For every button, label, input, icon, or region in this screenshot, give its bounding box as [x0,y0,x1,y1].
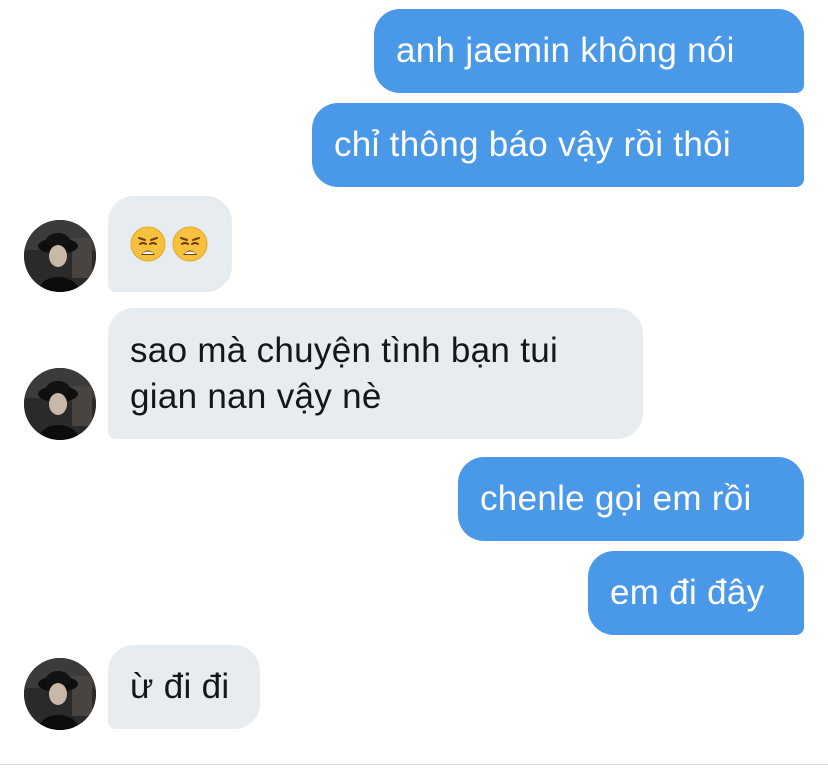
avatar-photo-icon [24,658,96,730]
outgoing-message[interactable]: anh jaemin không nói [374,9,804,93]
incoming-message[interactable]: sao mà chuyện tình bạn tui gian nan vậy … [108,308,643,439]
divider [0,764,828,765]
incoming-message[interactable] [108,196,232,292]
outgoing-message[interactable]: chenle gọi em rồi [458,457,804,541]
avatar-photo-icon [24,220,96,292]
avatar[interactable] [24,220,96,292]
incoming-message[interactable]: ừ đi đi [108,645,260,729]
message-text: ừ đi đi [130,667,230,706]
avatar[interactable] [24,658,96,730]
message-text: chenle gọi em rồi [480,479,752,518]
message-text: anh jaemin không nói [396,31,735,70]
message-text: em đi đây [610,573,765,612]
avatar-photo-icon [24,368,96,440]
weary-face-icon [130,226,166,262]
avatar[interactable] [24,368,96,440]
outgoing-message[interactable]: chỉ thông báo vậy rồi thôi [312,103,804,187]
weary-face-icon [172,226,208,262]
emoji-row [130,226,208,262]
outgoing-message[interactable]: em đi đây [588,551,804,635]
message-text: chỉ thông báo vậy rồi thôi [334,125,731,164]
conversation-view: anh jaemin không nói chỉ thông báo vậy r… [0,0,828,771]
message-text: sao mà chuyện tình bạn tui gian nan vậy … [130,330,559,416]
